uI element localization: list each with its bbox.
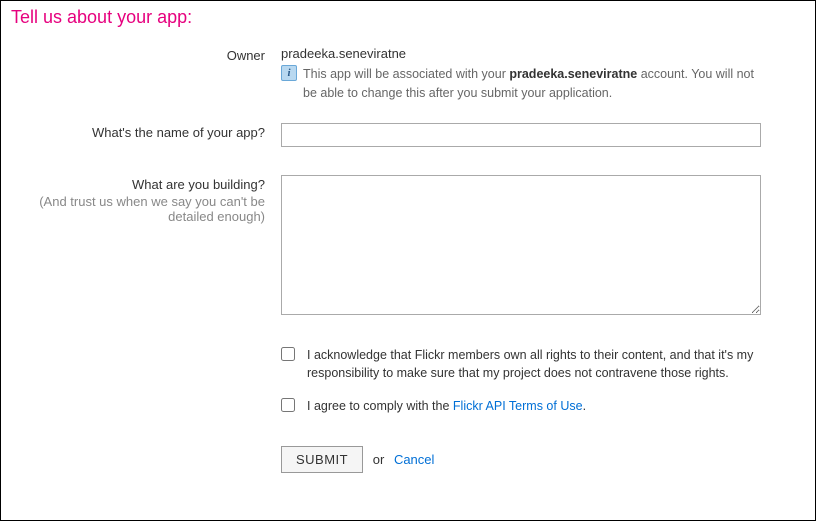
owner-note-bold: pradeeka.seneviratne (509, 67, 637, 81)
form-area: Owner pradeeka.seneviratne i This app wi… (1, 36, 815, 521)
building-label: What are you building? (132, 177, 265, 192)
app-name-input[interactable] (281, 123, 761, 147)
agree-row: I agree to comply with the Flickr API Te… (31, 397, 785, 416)
app-name-row: What's the name of your app? (31, 123, 785, 147)
app-name-label: What's the name of your app? (31, 123, 281, 147)
terms-link[interactable]: Flickr API Terms of Use (453, 399, 583, 413)
building-row: What are you building? (And trust us whe… (31, 175, 785, 318)
owner-label: Owner (31, 46, 281, 103)
ack-checkbox[interactable] (281, 347, 295, 361)
ack-row: I acknowledge that Flickr members own al… (31, 346, 785, 384)
owner-info: pradeeka.seneviratne i This app will be … (281, 46, 761, 103)
submit-button[interactable]: SUBMIT (281, 446, 363, 473)
owner-note-prefix: This app will be associated with your (303, 67, 509, 81)
owner-username: pradeeka.seneviratne (281, 46, 761, 61)
page-title: Tell us about your app: (1, 1, 815, 36)
submit-row: SUBMIT or Cancel (31, 446, 785, 473)
cancel-link[interactable]: Cancel (394, 452, 434, 467)
app-form-panel: Tell us about your app: Owner pradeeka.s… (0, 0, 816, 521)
or-text: or (373, 452, 385, 467)
owner-note: i This app will be associated with your … (281, 65, 761, 103)
owner-note-text: This app will be associated with your pr… (303, 65, 761, 103)
agree-label: I agree to comply with the Flickr API Te… (307, 397, 586, 416)
ack-label: I acknowledge that Flickr members own al… (307, 346, 761, 384)
agree-suffix: . (583, 399, 586, 413)
agree-checkbox[interactable] (281, 398, 295, 412)
agree-prefix: I agree to comply with the (307, 399, 453, 413)
building-label-col: What are you building? (And trust us whe… (31, 175, 281, 318)
building-textarea[interactable] (281, 175, 761, 315)
owner-row: Owner pradeeka.seneviratne i This app wi… (31, 46, 785, 103)
building-hint: (And trust us when we say you can't be d… (31, 194, 265, 224)
info-icon: i (281, 65, 297, 81)
